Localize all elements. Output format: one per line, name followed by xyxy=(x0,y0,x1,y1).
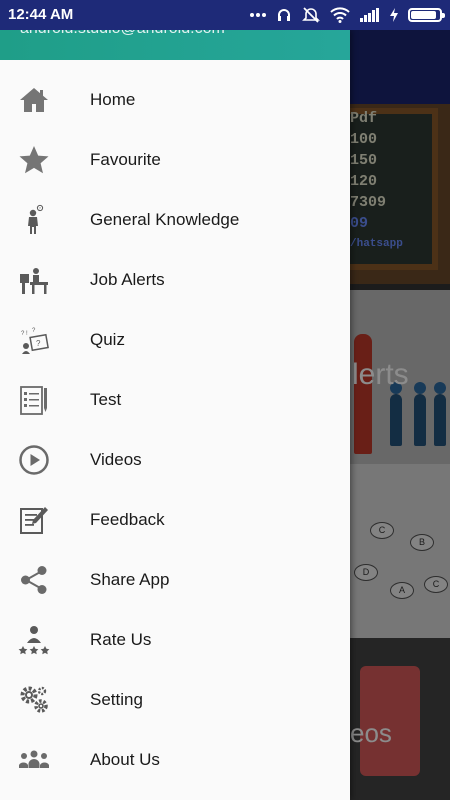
feedback-form-icon xyxy=(18,504,50,536)
account-email: android.studio@android.com xyxy=(20,30,225,38)
menu-item-label: Feedback xyxy=(90,510,165,529)
menu-item-label: Rate Us xyxy=(90,630,152,649)
menu-item-job-alerts[interactable]: Job Alerts xyxy=(0,250,350,310)
menu-item-share-app[interactable]: Share App xyxy=(0,550,350,610)
menu-item-label: Test xyxy=(90,390,122,409)
menu-item-label: Quiz xyxy=(90,330,125,349)
share-icon xyxy=(18,564,50,596)
menu-item-label: Share App xyxy=(90,570,170,589)
battery-icon xyxy=(408,8,445,22)
rate-person-stars-icon xyxy=(18,624,50,656)
dnd-off-icon xyxy=(302,7,320,23)
group-icon xyxy=(18,744,50,776)
test-sheet-icon xyxy=(18,384,50,416)
quiz-board-icon: ? ? !? xyxy=(18,324,50,356)
home-icon xyxy=(18,84,50,116)
charging-icon xyxy=(390,8,398,22)
svg-text:? !: ? ! xyxy=(21,331,28,337)
thinking-person-icon: ? xyxy=(18,204,50,236)
play-circle-icon xyxy=(18,444,50,476)
menu-item-general-knowledge[interactable]: ? General Knowledge xyxy=(0,190,350,250)
signal-icon xyxy=(360,8,379,22)
menu-item-home[interactable]: Home xyxy=(0,70,350,130)
menu-item-test[interactable]: Test xyxy=(0,370,350,430)
menu-item-label: Home xyxy=(90,90,136,109)
status-time: 12:44 AM xyxy=(8,6,74,23)
navigation-drawer: android.studio@android.com Home Favourit… xyxy=(0,30,350,800)
menu-item-favourite[interactable]: Favourite xyxy=(0,130,350,190)
menu-item-label: Favourite xyxy=(90,150,161,169)
drawer-menu: Home Favourite ? General Knowledge Job A… xyxy=(0,70,350,790)
menu-item-feedback[interactable]: Feedback xyxy=(0,490,350,550)
menu-item-label: General Knowledge xyxy=(90,210,240,229)
status-icons xyxy=(250,6,445,24)
headset-icon xyxy=(278,9,290,21)
menu-item-label: Job Alerts xyxy=(90,270,165,289)
menu-item-label: Setting xyxy=(90,690,143,709)
svg-text:?: ? xyxy=(32,328,36,334)
wifi-icon xyxy=(330,7,350,23)
drawer-header: android.studio@android.com xyxy=(0,30,350,60)
desk-worker-icon xyxy=(18,264,50,296)
more-dots-icon xyxy=(250,13,266,17)
menu-item-label: Videos xyxy=(90,450,142,469)
menu-item-videos[interactable]: Videos xyxy=(0,430,350,490)
drawer-scrim[interactable] xyxy=(350,30,450,800)
menu-item-quiz[interactable]: ? ? !? Quiz xyxy=(0,310,350,370)
status-bar: 12:44 AM xyxy=(0,0,450,30)
gears-icon xyxy=(18,684,50,716)
star-icon xyxy=(18,144,50,176)
menu-item-rate-us[interactable]: Rate Us xyxy=(0,610,350,670)
menu-item-setting[interactable]: Setting xyxy=(0,670,350,730)
menu-item-about-us[interactable]: About Us xyxy=(0,730,350,790)
menu-item-label: About Us xyxy=(90,750,160,769)
svg-text:?: ? xyxy=(36,339,41,348)
